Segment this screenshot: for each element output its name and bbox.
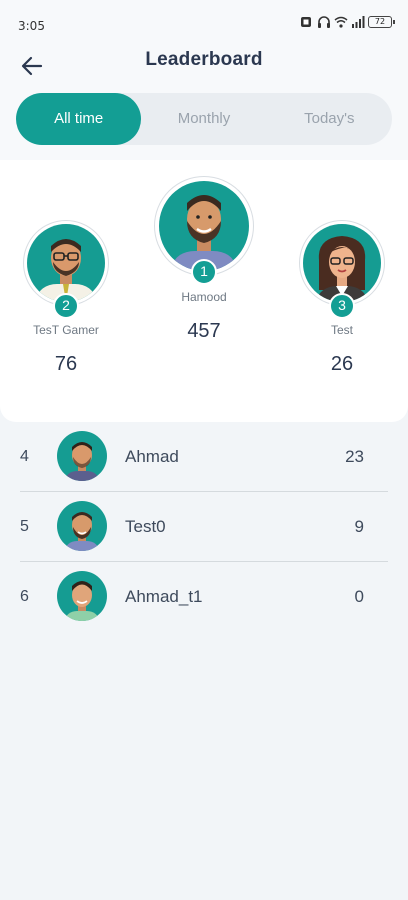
headphones-icon	[317, 16, 331, 28]
status-time: 3:05	[18, 19, 45, 33]
avatar	[57, 571, 107, 621]
podium-score: 457	[187, 320, 221, 342]
rank-badge: 2	[53, 293, 79, 319]
list-item[interactable]: 4 Ahmad 23	[0, 422, 408, 492]
list-name: Test0	[125, 517, 166, 536]
page-title: Leaderboard	[145, 49, 263, 70]
rank-badge: 1	[191, 259, 217, 285]
avatar	[27, 224, 105, 302]
podium-score: 76	[54, 353, 78, 375]
list-item[interactable]: 6 Ahmad_t1 0	[0, 562, 408, 632]
podium-first-place[interactable]: 1 Hamood 457	[154, 176, 254, 343]
rank-badge: 3	[329, 293, 355, 319]
list-score: 9	[354, 517, 364, 536]
avatar	[159, 181, 249, 271]
list-name: Ahmad	[125, 447, 179, 466]
podium-name: Hamood	[181, 290, 227, 304]
status-bar: 3:05 72	[0, 0, 408, 40]
list-score: 0	[354, 587, 364, 606]
list-score: 23	[345, 447, 364, 466]
list-rank: 6	[20, 588, 29, 605]
list-item[interactable]: 5 Test0 9	[0, 492, 408, 562]
podium-second-place[interactable]: 2 TesT Gamer 76	[16, 220, 116, 376]
app-header: Leaderboard	[0, 44, 408, 84]
podium-third-place[interactable]: 3 Test 26	[292, 220, 392, 376]
leaderboard-list: 4 Ahmad 23 5 Test0 9 6 Ahmad_t1 0	[0, 422, 408, 632]
podium-name: TesT Gamer	[33, 323, 99, 337]
time-filter-tabs: All time Monthly Today's	[16, 93, 392, 145]
tab-all-time[interactable]: All time	[16, 93, 142, 145]
tab-monthly[interactable]: Monthly	[141, 93, 266, 145]
podium-name: Test	[330, 323, 353, 337]
avatar	[57, 431, 107, 481]
wifi-icon	[334, 16, 348, 28]
battery-icon: 72	[368, 16, 395, 28]
status-icons: 72	[300, 16, 395, 28]
avatar	[57, 501, 107, 551]
signal-icon	[351, 16, 365, 28]
podium-card: 2 TesT Gamer 76 1 Hamood 457 3 Test 26	[0, 160, 408, 422]
notification-icon	[300, 16, 314, 28]
list-rank: 5	[20, 518, 29, 535]
avatar	[303, 224, 381, 302]
tab-todays[interactable]: Today's	[267, 93, 392, 145]
list-rank: 4	[20, 448, 29, 465]
list-name: Ahmad_t1	[125, 587, 203, 606]
podium-score: 26	[330, 353, 354, 375]
